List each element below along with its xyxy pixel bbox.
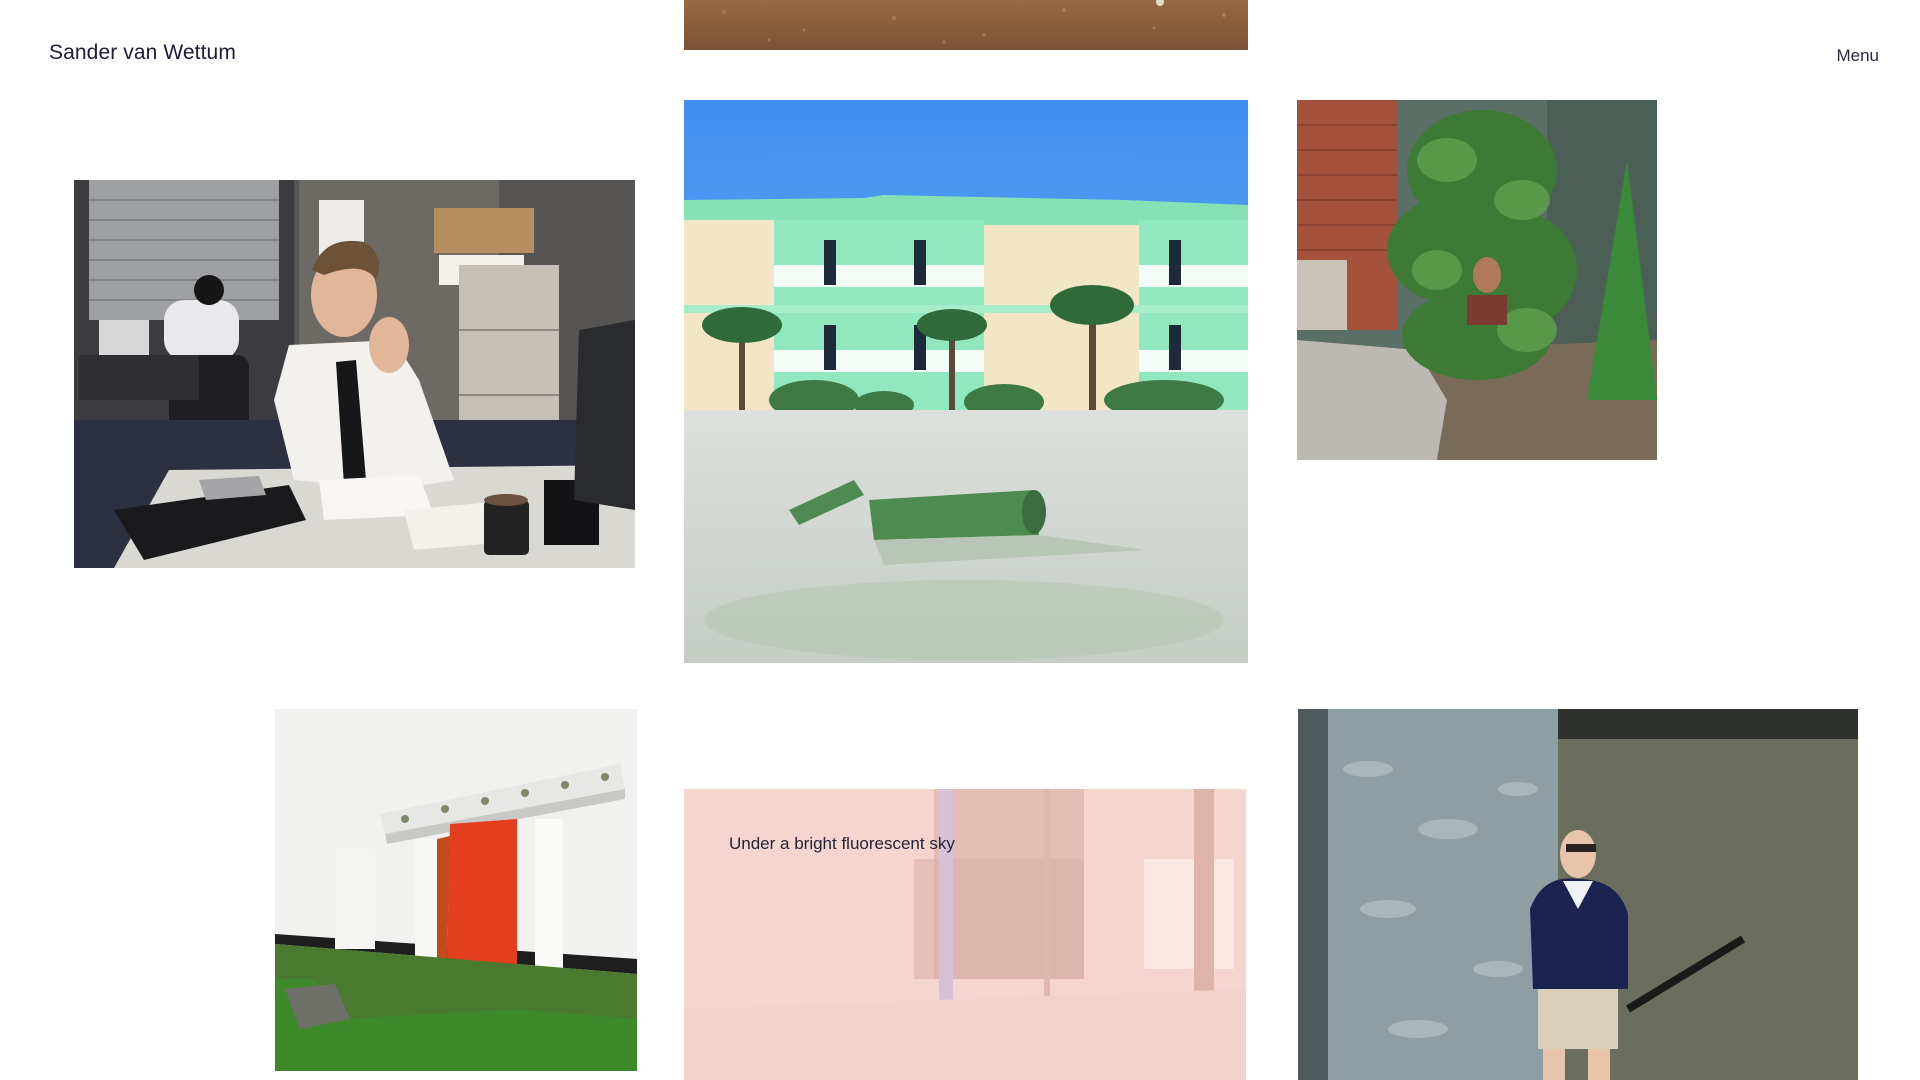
desert-image (684, 0, 1248, 50)
mall-photo-caption: Under a bright fluorescent sky (729, 834, 955, 853)
old-man-sunglasses-photo[interactable] (1298, 709, 1858, 1080)
page: Sander van Wettum Menu Under a bright fl… (0, 0, 1920, 1080)
mall-interior-photo[interactable]: Under a bright fluorescent sky (684, 789, 1246, 1080)
site-title-link[interactable]: Sander van Wettum (49, 41, 236, 65)
green-hotel-photo[interactable] (684, 100, 1248, 663)
person-in-bush-image (1297, 100, 1657, 460)
menu-button[interactable]: Menu (1836, 46, 1879, 66)
green-hotel-image (684, 100, 1248, 663)
office-worker-image (74, 180, 635, 568)
person-in-bush-photo[interactable] (1297, 100, 1657, 460)
office-worker-photo[interactable] (74, 180, 635, 568)
old-man-sunglasses-image (1298, 709, 1858, 1080)
desert-photo[interactable] (684, 0, 1248, 50)
red-door-photo[interactable] (275, 709, 637, 1071)
mall-interior-image (684, 789, 1246, 1080)
red-door-image (275, 709, 637, 1071)
